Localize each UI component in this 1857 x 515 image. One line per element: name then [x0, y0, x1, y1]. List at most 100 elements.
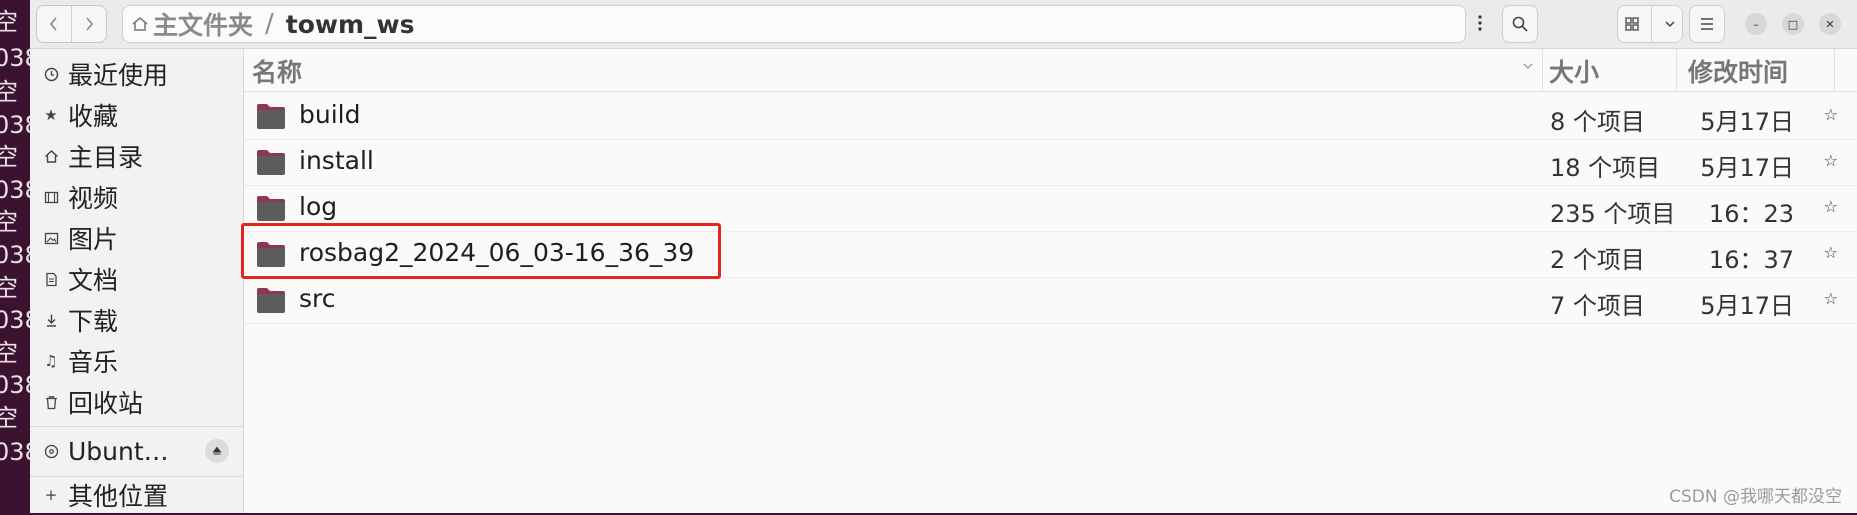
terminal-text: 038	[0, 44, 30, 72]
sidebar-item-label: 最近使用	[68, 61, 169, 90]
sidebar-item-label: 文档	[68, 266, 119, 295]
file-size: 18 个项目	[1550, 154, 1661, 182]
sidebar-item-videos[interactable]: 视频	[30, 177, 243, 217]
watermark: CSDN @我哪天都没空	[1669, 487, 1842, 507]
path-menu-button[interactable]	[1467, 5, 1493, 41]
file-modified: 16：23	[1708, 200, 1794, 228]
sidebar-item-label: 收藏	[68, 102, 119, 131]
sidebar-item-downloads[interactable]: 下载	[30, 300, 243, 340]
sidebar-item-documents[interactable]: 文档	[30, 259, 243, 299]
column-divider	[1834, 49, 1835, 91]
sort-chevron-icon[interactable]	[1522, 61, 1534, 71]
file-name: build	[299, 100, 361, 129]
sidebar-item-label: 下载	[68, 307, 119, 336]
terminal-text: 038	[0, 438, 30, 466]
column-size-header[interactable]: 大小	[1549, 53, 1599, 89]
star-outline-icon[interactable]: ☆	[1824, 243, 1838, 262]
breadcrumb-separator: /	[265, 9, 274, 39]
sidebar-item-label: 视频	[68, 184, 119, 213]
sidebar-item-music[interactable]: ♫ 音乐	[30, 341, 243, 381]
eject-button[interactable]	[205, 439, 229, 463]
back-button[interactable]	[37, 6, 71, 42]
star-icon: ★	[44, 106, 58, 124]
file-row[interactable]: install 18 个项目 5月17日 ☆	[244, 139, 1857, 186]
file-manager-window: 主文件夹 / towm_ws – □ ✕ 最近使用 ★ 收藏 主目录 视频 图片…	[30, 0, 1857, 513]
folder-icon	[257, 150, 285, 175]
sidebar-item-label: Ubunt…	[68, 436, 169, 466]
file-size: 7 个项目	[1550, 292, 1645, 320]
file-size: 235 个项目	[1550, 200, 1676, 228]
clock-icon	[42, 65, 60, 83]
vertical-ellipsis-icon	[1478, 15, 1482, 31]
file-modified: 5月17日	[1700, 154, 1794, 182]
search-icon	[1512, 16, 1528, 32]
file-name: src	[299, 284, 336, 313]
column-divider	[1542, 49, 1543, 91]
home-icon	[42, 147, 60, 165]
chevron-down-icon	[1665, 21, 1675, 28]
file-modified: 5月17日	[1700, 292, 1794, 320]
terminal-text: 038	[0, 241, 30, 269]
minimize-button[interactable]: –	[1745, 13, 1767, 35]
breadcrumb-current[interactable]: towm_ws	[286, 10, 415, 39]
plus-icon: +	[44, 486, 58, 504]
sidebar-item-pictures[interactable]: 图片	[30, 218, 243, 258]
path-bar[interactable]: 主文件夹 / towm_ws	[122, 5, 1466, 43]
main-menu-button[interactable]	[1689, 5, 1725, 43]
file-row[interactable]: log 235 个项目 16：23 ☆	[244, 185, 1857, 232]
forward-button[interactable]	[71, 6, 106, 42]
sidebar-item-label: 回收站	[68, 389, 144, 418]
file-size: 2 个项目	[1550, 246, 1645, 274]
film-icon	[42, 188, 60, 206]
column-divider	[1676, 49, 1677, 91]
file-row[interactable]: build 8 个项目 5月17日 ☆	[244, 93, 1857, 140]
chevron-left-icon	[49, 17, 57, 31]
folder-icon	[257, 288, 285, 313]
sidebar: 最近使用 ★ 收藏 主目录 视频 图片 文档 下载 ♫ 音乐 回收站 Ubunt…	[30, 49, 244, 513]
terminal-text: 空	[0, 78, 18, 106]
file-name: install	[299, 146, 374, 175]
sidebar-item-other-locations[interactable]: + 其他位置	[30, 475, 243, 515]
document-icon	[42, 270, 60, 288]
file-name: log	[299, 192, 338, 221]
terminal-text: 空	[0, 339, 18, 367]
maximize-button[interactable]: □	[1782, 13, 1804, 35]
file-row-highlighted[interactable]: rosbag2_2024_06_03-16_36_39 2 个项目 16：37 …	[241, 223, 1857, 279]
sidebar-item-starred[interactable]: ★ 收藏	[30, 95, 243, 135]
sidebar-item-trash[interactable]: 回收站	[30, 382, 243, 422]
star-outline-icon[interactable]: ☆	[1824, 197, 1838, 216]
sidebar-item-home[interactable]: 主目录	[30, 136, 243, 176]
hamburger-menu-icon	[1701, 18, 1713, 30]
folder-icon	[257, 242, 285, 267]
terminal-text: 空	[0, 404, 18, 432]
disc-icon	[42, 442, 60, 460]
breadcrumb-home[interactable]: 主文件夹	[153, 6, 253, 42]
file-list: 名称 大小 修改时间 build 8 个项目 5月17日 ☆ install 1…	[241, 49, 1857, 513]
grid-view-icon	[1625, 17, 1639, 31]
header-bar: 主文件夹 / towm_ws – □ ✕	[30, 0, 1857, 49]
download-icon	[42, 311, 60, 329]
star-outline-icon[interactable]: ☆	[1824, 105, 1838, 124]
file-modified: 5月17日	[1700, 108, 1794, 136]
star-outline-icon[interactable]: ☆	[1824, 289, 1838, 308]
terminal-text: 空	[0, 208, 18, 236]
column-name-header[interactable]: 名称	[252, 53, 302, 89]
sidebar-divider	[30, 426, 243, 427]
sidebar-item-recent[interactable]: 最近使用	[30, 54, 243, 94]
search-button[interactable]	[1502, 5, 1538, 43]
sidebar-item-ubuntu-disk[interactable]: Ubunt…	[30, 431, 243, 471]
view-toggle-button[interactable]	[1617, 5, 1683, 43]
column-modified-header[interactable]: 修改时间	[1688, 53, 1788, 89]
file-modified: 16：37	[1708, 246, 1794, 274]
folder-icon	[257, 196, 285, 221]
star-outline-icon[interactable]: ☆	[1824, 151, 1838, 170]
image-icon	[42, 229, 60, 247]
file-name: rosbag2_2024_06_03-16_36_39	[299, 238, 695, 267]
navigation-buttons	[36, 5, 107, 43]
close-button[interactable]: ✕	[1819, 13, 1841, 35]
file-row[interactable]: src 7 个项目 5月17日 ☆	[244, 277, 1857, 324]
file-size: 8 个项目	[1550, 108, 1645, 136]
terminal-text: 空	[0, 143, 18, 171]
sidebar-item-label: 其他位置	[68, 482, 169, 511]
music-icon: ♫	[44, 352, 58, 370]
